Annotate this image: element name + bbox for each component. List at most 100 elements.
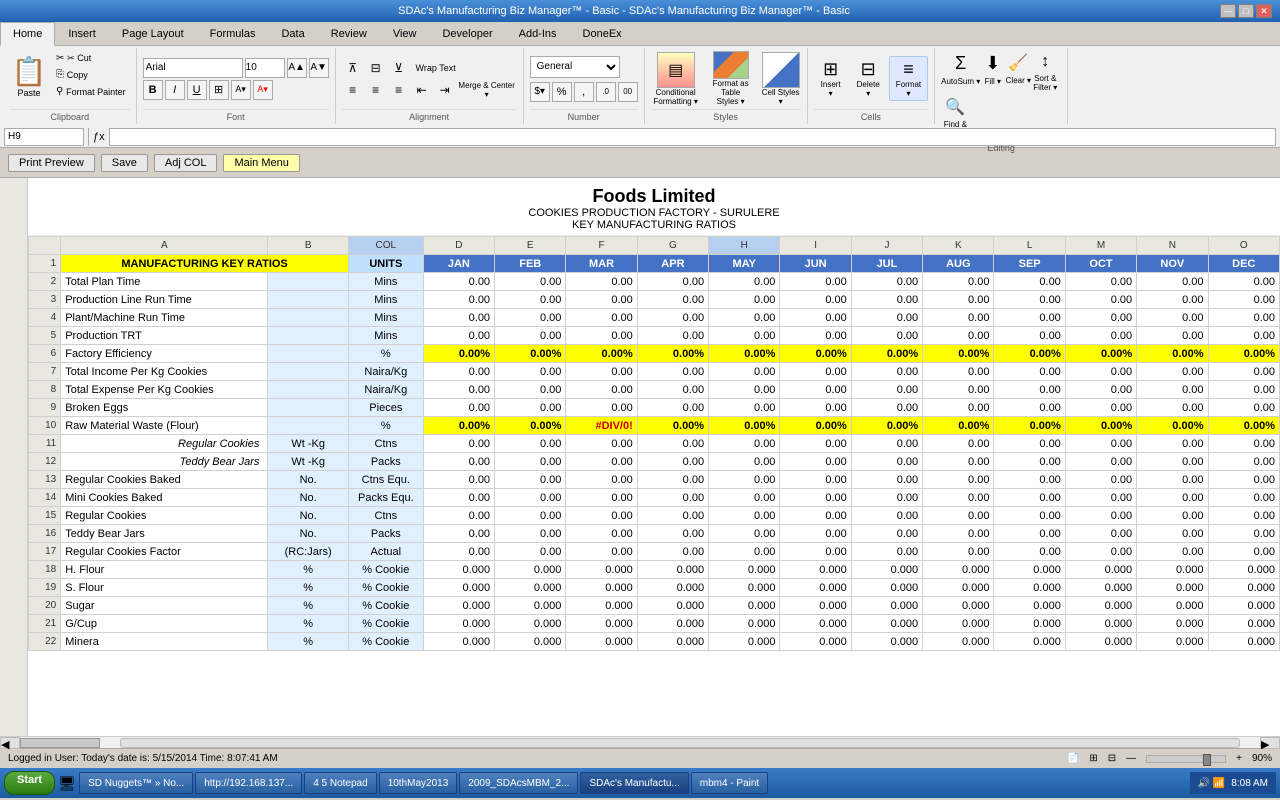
cell-value[interactable]: 0.000: [709, 633, 780, 651]
cell-value[interactable]: 0.00: [1137, 471, 1208, 489]
cell-value[interactable]: 0.000: [1208, 633, 1280, 651]
cell-value[interactable]: 0.000: [566, 633, 637, 651]
cell-value[interactable]: 0.000: [851, 615, 922, 633]
fill-button[interactable]: ⬇ Fill ▾: [982, 50, 1003, 86]
cell-value[interactable]: 0.00: [851, 543, 922, 561]
cell-value[interactable]: 0.00%: [851, 345, 922, 363]
row-label[interactable]: Regular Cookies Factor: [61, 543, 268, 561]
bold-button[interactable]: B: [143, 80, 163, 100]
format-cells-button[interactable]: ≡ Format ▾: [889, 56, 928, 101]
cell-value[interactable]: 0.000: [1208, 597, 1280, 615]
cell-value[interactable]: 0.00: [780, 543, 851, 561]
cell-value[interactable]: 0.00: [423, 507, 494, 525]
tab-insert[interactable]: Insert: [55, 22, 109, 45]
cell-value[interactable]: 0.00: [566, 363, 637, 381]
cell-value[interactable]: 0.00: [566, 381, 637, 399]
cell-value[interactable]: 0.000: [566, 597, 637, 615]
cell-value[interactable]: 0.00: [566, 399, 637, 417]
cell-value[interactable]: 0.00: [566, 453, 637, 471]
delete-cells-button[interactable]: ⊟ Delete ▾: [850, 56, 887, 101]
col-b[interactable]: B: [268, 237, 349, 255]
cell-value[interactable]: 0.00: [994, 327, 1065, 345]
cell-value[interactable]: 0.00: [923, 327, 994, 345]
cell-value[interactable]: 0.00: [1065, 291, 1136, 309]
row-label[interactable]: Regular Cookies Baked: [61, 471, 268, 489]
cell-value[interactable]: 0.00: [923, 273, 994, 291]
cell-value[interactable]: 0.000: [423, 579, 494, 597]
cell-value[interactable]: 0.000: [851, 633, 922, 651]
comma-button[interactable]: ,: [574, 82, 594, 102]
format-painter-button[interactable]: ⚲ Format Painter: [52, 84, 130, 99]
font-size-input[interactable]: [245, 58, 285, 78]
cell-value[interactable]: 0.00%: [994, 345, 1065, 363]
align-top-button[interactable]: ⊼: [342, 58, 364, 78]
cell-value[interactable]: 0.00: [994, 309, 1065, 327]
cell-value[interactable]: 0.00%: [780, 345, 851, 363]
col-l[interactable]: L: [994, 237, 1065, 255]
cell-value[interactable]: 0.00: [566, 273, 637, 291]
cell-value[interactable]: 0.00: [566, 327, 637, 345]
cell-value[interactable]: 0.00: [1137, 507, 1208, 525]
cell-value[interactable]: 0.00%: [709, 345, 780, 363]
cell-value[interactable]: 0.00: [923, 453, 994, 471]
cell-value[interactable]: 0.00: [994, 435, 1065, 453]
cell-value[interactable]: 0.00: [423, 327, 494, 345]
decrease-indent-button[interactable]: ⇤: [411, 80, 433, 100]
cell-value[interactable]: 0.00: [923, 399, 994, 417]
cell-value[interactable]: 0.000: [637, 597, 708, 615]
cell-value[interactable]: 0.00: [780, 489, 851, 507]
cell-value[interactable]: 0.00: [637, 471, 708, 489]
cell-value[interactable]: 0.00: [709, 309, 780, 327]
cell-value[interactable]: 0.000: [495, 633, 566, 651]
number-format-select[interactable]: General Number Currency: [530, 56, 620, 78]
cell-value[interactable]: 0.00: [423, 291, 494, 309]
cell-value[interactable]: 0.000: [994, 597, 1065, 615]
cell-value[interactable]: 0.00: [1208, 525, 1280, 543]
cell-value[interactable]: 0.00: [1208, 309, 1280, 327]
cell-value[interactable]: 0.00: [1065, 507, 1136, 525]
cell-value[interactable]: 0.00: [495, 507, 566, 525]
cell-value[interactable]: 0.00%: [780, 417, 851, 435]
cell-value[interactable]: 0.00: [1065, 435, 1136, 453]
cell-value[interactable]: 0.00: [495, 399, 566, 417]
cell-value[interactable]: 0.00%: [1208, 345, 1280, 363]
cell-value[interactable]: 0.00: [566, 435, 637, 453]
cell-value[interactable]: 0.00: [423, 381, 494, 399]
cell-value[interactable]: 0.00: [851, 471, 922, 489]
view-normal-icon[interactable]: 📄: [1067, 753, 1079, 764]
cell-value[interactable]: 0.00: [780, 381, 851, 399]
cell-value[interactable]: 0.00: [923, 309, 994, 327]
cell-value[interactable]: 0.00: [1208, 363, 1280, 381]
cell-value[interactable]: 0.00: [923, 435, 994, 453]
cell-value[interactable]: 0.00: [994, 525, 1065, 543]
cell-value[interactable]: 0.00: [637, 327, 708, 345]
cell-value[interactable]: 0.00: [780, 453, 851, 471]
close-button[interactable]: ✕: [1256, 4, 1272, 18]
col-d[interactable]: D: [423, 237, 494, 255]
cell-value[interactable]: 0.00: [637, 543, 708, 561]
cell-value[interactable]: 0.00: [637, 435, 708, 453]
cell-value[interactable]: 0.00: [709, 435, 780, 453]
cell-value[interactable]: 0.000: [1208, 615, 1280, 633]
row-label[interactable]: Mini Cookies Baked: [61, 489, 268, 507]
cell-value[interactable]: 0.00: [566, 525, 637, 543]
cell-value[interactable]: 0.00: [637, 381, 708, 399]
row-label[interactable]: Total Income Per Kg Cookies: [61, 363, 268, 381]
tab-doneex[interactable]: DoneEx: [570, 22, 635, 45]
cell-value[interactable]: 0.000: [780, 597, 851, 615]
cell-value[interactable]: 0.000: [709, 615, 780, 633]
cell-value[interactable]: 0.00: [1208, 381, 1280, 399]
cell-value[interactable]: 0.00: [637, 489, 708, 507]
cell-value[interactable]: 0.00: [851, 399, 922, 417]
col-i[interactable]: I: [780, 237, 851, 255]
cell-value[interactable]: 0.00: [566, 309, 637, 327]
tab-addins[interactable]: Add-Ins: [506, 22, 570, 45]
cell-value[interactable]: 0.000: [423, 615, 494, 633]
cell-value[interactable]: 0.00: [923, 543, 994, 561]
cell-value[interactable]: 0.000: [1137, 597, 1208, 615]
cell-value[interactable]: 0.00: [495, 273, 566, 291]
row-label[interactable]: Production TRT: [61, 327, 268, 345]
cell-value[interactable]: 0.00: [1208, 327, 1280, 345]
cell-value[interactable]: 0.000: [495, 597, 566, 615]
cell-value[interactable]: 0.00%: [423, 417, 494, 435]
